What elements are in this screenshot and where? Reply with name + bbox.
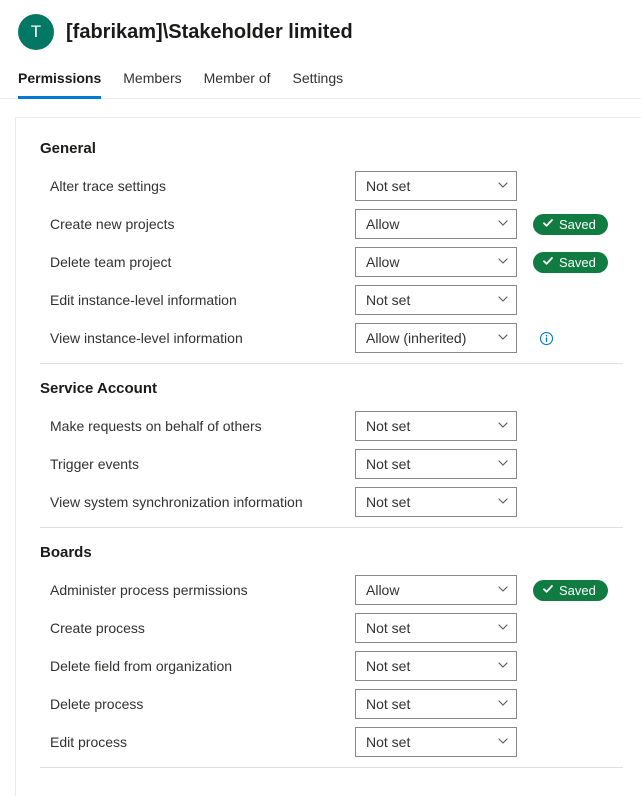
permission-select-value[interactable]: Allow: [355, 209, 517, 239]
permission-select-value[interactable]: Not set: [355, 171, 517, 201]
permission-select-value[interactable]: Not set: [355, 487, 517, 517]
permission-label: Edit instance-level information: [40, 286, 345, 314]
avatar-letter: T: [31, 22, 41, 42]
permission-select-value[interactable]: Allow: [355, 575, 517, 605]
title-group: \Stakeholder limited: [163, 21, 353, 43]
permission-select-value[interactable]: Not set: [355, 651, 517, 681]
permission-label: View instance-level information: [40, 324, 345, 352]
permission-label: Delete field from organization: [40, 652, 345, 680]
permission-select[interactable]: Not set: [355, 613, 517, 643]
permission-label: Alter trace settings: [40, 172, 345, 200]
permission-row: Create process Not set: [40, 609, 623, 647]
section: Make requests on behalf of others Not set…: [40, 407, 623, 528]
saved-label: Saved: [559, 255, 596, 270]
permission-select-value[interactable]: Not set: [355, 727, 517, 757]
permission-label: Delete process: [40, 690, 345, 718]
permission-select[interactable]: Allow: [355, 209, 517, 239]
permission-row: Delete field from organization Not set: [40, 647, 623, 685]
permission-select-value[interactable]: Allow: [355, 247, 517, 277]
check-icon: [542, 217, 554, 232]
saved-badge: Saved: [533, 252, 608, 273]
permission-select-value[interactable]: Not set: [355, 449, 517, 479]
permission-select-value[interactable]: Not set: [355, 411, 517, 441]
saved-badge: Saved: [533, 214, 608, 235]
permission-select[interactable]: Allow (inherited): [355, 323, 517, 353]
permission-select[interactable]: Not set: [355, 285, 517, 315]
saved-label: Saved: [559, 583, 596, 598]
permission-label: Trigger events: [40, 450, 345, 478]
permission-select-value[interactable]: Not set: [355, 285, 517, 315]
permission-row: Delete team project Allow Saved: [40, 243, 623, 281]
permission-row: Edit instance-level information Not set: [40, 281, 623, 319]
avatar: T: [18, 14, 54, 50]
tab-member-of[interactable]: Member of: [204, 60, 271, 99]
permission-select-value[interactable]: Not set: [355, 613, 517, 643]
tab-bar: Permissions Members Member of Settings: [0, 60, 641, 99]
permission-row: Administer process permissions Allow Saved: [40, 571, 623, 609]
section-title: General: [40, 140, 623, 157]
tab-settings[interactable]: Settings: [293, 60, 344, 99]
permission-select-value[interactable]: Allow (inherited): [355, 323, 517, 353]
permission-row: Alter trace settings Not set: [40, 167, 623, 205]
tab-permissions[interactable]: Permissions: [18, 60, 101, 99]
page-header: T [fabrikam]\Stakeholder limited: [0, 0, 641, 60]
permission-row: View system synchronization information N…: [40, 483, 623, 521]
permission-label: Create new projects: [40, 210, 345, 238]
section-title: Boards: [40, 544, 623, 561]
permission-row: Create new projects Allow Saved: [40, 205, 623, 243]
page-title: [fabrikam]\Stakeholder limited: [66, 21, 353, 44]
permission-row: Delete process Not set: [40, 685, 623, 723]
permission-label: Create process: [40, 614, 345, 642]
info-icon[interactable]: [539, 331, 554, 346]
saved-label: Saved: [559, 217, 596, 232]
permission-label: Delete team project: [40, 248, 345, 276]
permission-select-value[interactable]: Not set: [355, 689, 517, 719]
section: Administer process permissions Allow Saved…: [40, 571, 623, 768]
saved-badge: Saved: [533, 580, 608, 601]
check-icon: [542, 583, 554, 598]
permission-select[interactable]: Not set: [355, 411, 517, 441]
permission-select[interactable]: Allow: [355, 575, 517, 605]
permission-row: View instance-level information Allow (in…: [40, 319, 623, 357]
permissions-panel: GeneralAlter trace settingsNot setCreate…: [15, 117, 641, 796]
permission-label: Edit process: [40, 728, 345, 756]
permission-label: Make requests on behalf of others: [40, 412, 345, 440]
permission-row: Trigger events Not set: [40, 445, 623, 483]
permission-select[interactable]: Not set: [355, 171, 517, 201]
permission-select[interactable]: Allow: [355, 247, 517, 277]
permission-select[interactable]: Not set: [355, 449, 517, 479]
permission-select[interactable]: Not set: [355, 689, 517, 719]
permission-label: Administer process permissions: [40, 576, 345, 604]
permission-label: View system synchronization information: [40, 488, 345, 516]
check-icon: [542, 255, 554, 270]
permission-row: Edit process Not set: [40, 723, 623, 761]
permission-select[interactable]: Not set: [355, 727, 517, 757]
tab-members[interactable]: Members: [123, 60, 181, 99]
permission-select[interactable]: Not set: [355, 487, 517, 517]
section-title: Service Account: [40, 380, 623, 397]
permission-select[interactable]: Not set: [355, 651, 517, 681]
section: Alter trace settings Not set Create new pr…: [40, 167, 623, 364]
title-org: [fabrikam]: [66, 21, 163, 43]
permission-row: Make requests on behalf of others Not set: [40, 407, 623, 445]
